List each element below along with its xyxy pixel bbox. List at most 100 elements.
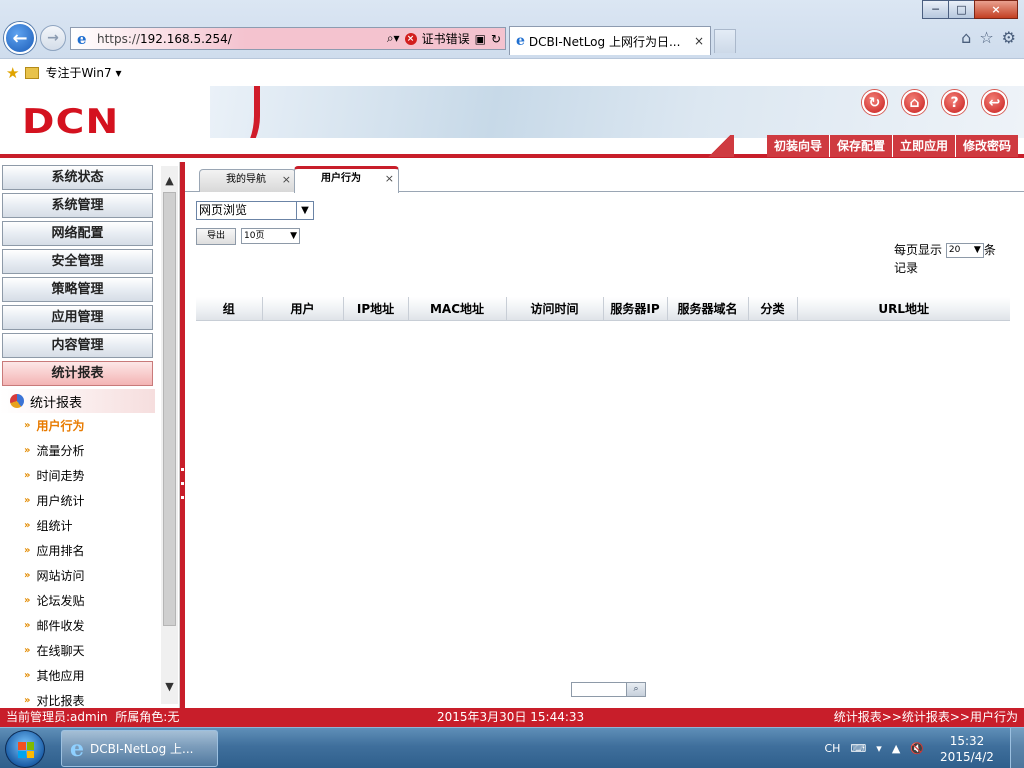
col-server-domain[interactable]: 服务器域名 xyxy=(666,297,748,321)
submenu-header-label: 统计报表 xyxy=(30,395,83,411)
keyboard-icon[interactable]: ⌨ xyxy=(850,742,866,755)
menu-system-management[interactable]: 系统管理 xyxy=(2,193,153,218)
tab-user-behavior[interactable]: 用户行为 × xyxy=(294,166,399,193)
double-arrow-icon: » xyxy=(24,420,31,431)
menu-policy-management[interactable]: 策略管理 xyxy=(2,277,153,302)
export-pages-select[interactable]: 10页 ▼ xyxy=(241,228,300,244)
double-arrow-icon: » xyxy=(24,645,31,656)
page-jump-input[interactable] xyxy=(571,682,627,697)
pie-chart-icon xyxy=(10,394,24,408)
cert-error-label[interactable]: 证书错误 xyxy=(422,30,470,47)
sidebar-scrollbar[interactable]: ▲ ▼ xyxy=(161,166,178,704)
menu-system-status[interactable]: 系统状态 xyxy=(2,165,153,190)
refresh-icon[interactable]: ↻ xyxy=(491,32,501,46)
address-bar[interactable]: e https://192.168.5.254/ ⌕▾ × 证书错误 ▣ ↻ xyxy=(70,27,506,50)
cert-error-icon[interactable]: × xyxy=(404,32,417,45)
search-icon[interactable]: ⌕▾ xyxy=(387,31,400,46)
menu-statistics-report[interactable]: 统计报表 xyxy=(2,361,153,386)
per-page-select[interactable]: 20 ▼ xyxy=(945,243,984,258)
close-tab-icon[interactable]: × xyxy=(385,169,394,189)
submenu-mail[interactable]: » 邮件收发 xyxy=(24,617,84,634)
favorites-add-icon[interactable]: ★ xyxy=(6,64,19,82)
favorites-item[interactable]: 专注于Win7 ▾ xyxy=(45,64,121,81)
scrollbar-thumb[interactable] xyxy=(163,192,176,626)
change-password-link[interactable]: 修改密码 xyxy=(954,135,1018,157)
submenu-header[interactable]: 统计报表 xyxy=(0,389,155,413)
submenu-web-access[interactable]: » 网站访问 xyxy=(24,567,84,584)
favorites-bar: ★ 专注于Win7 ▾ xyxy=(0,58,1024,86)
submenu-other-apps[interactable]: » 其他应用 xyxy=(24,667,84,684)
per-page-suffix: 条 xyxy=(983,243,996,257)
double-arrow-icon: » xyxy=(24,495,31,506)
help-icon[interactable]: ? xyxy=(942,90,967,115)
main-content: 我的导航 × 用户行为 × 网页浏览 ▼ 导出 10页 ▼ 每页显示 20 ▼ … xyxy=(185,162,1024,708)
submenu-compare-report[interactable]: » 对比报表 xyxy=(24,692,84,708)
export-button[interactable]: 导出 xyxy=(196,228,236,245)
menu-network-config[interactable]: 网络配置 xyxy=(2,221,153,246)
double-arrow-icon: » xyxy=(24,695,31,706)
back-button[interactable]: ← xyxy=(4,22,36,54)
language-indicator[interactable]: CH xyxy=(824,742,840,755)
menu-application-management[interactable]: 应用管理 xyxy=(2,305,153,330)
taskbar-item-browser[interactable]: e DCBI-NetLog 上... xyxy=(61,730,218,767)
clock[interactable]: 15:32 2015/4/2 xyxy=(934,733,1000,765)
submenu-online-chat[interactable]: » 在线聊天 xyxy=(24,642,84,659)
gear-icon[interactable]: ⚙ xyxy=(1002,28,1016,47)
col-mac[interactable]: MAC地址 xyxy=(407,297,506,321)
col-group[interactable]: 组 xyxy=(196,297,262,321)
app-header: DCN ↻ ⌂ ? ↩ 初装向导 保存配置 立即应用 修改密码 xyxy=(0,86,1024,158)
close-tab-icon[interactable]: × xyxy=(282,170,291,190)
refresh-icon[interactable]: ↻ xyxy=(862,90,887,115)
page-jump: ⌕ xyxy=(571,682,646,697)
show-desktop-button[interactable] xyxy=(1010,728,1024,768)
close-window-button[interactable]: × xyxy=(974,0,1018,19)
tab-my-navigation[interactable]: 我的导航 × xyxy=(199,169,296,192)
windows-logo-icon xyxy=(18,742,34,758)
compat-view-icon[interactable]: ▣ xyxy=(475,32,486,46)
browser-chrome: ─ □ × ← → e https://192.168.5.254/ ⌕▾ × … xyxy=(0,0,1024,86)
browser-tab[interactable]: e DCBI-NetLog 上网行为日... × xyxy=(509,26,711,55)
scroll-up-icon[interactable]: ▲ xyxy=(163,174,176,188)
header-links: 初装向导 保存配置 立即应用 修改密码 xyxy=(766,135,1018,157)
submenu-group-stats[interactable]: » 组统计 xyxy=(24,517,72,534)
menu-content-management[interactable]: 内容管理 xyxy=(2,333,153,358)
col-access-time[interactable]: 访问时间 xyxy=(505,297,603,321)
menu-security-management[interactable]: 安全管理 xyxy=(2,249,153,274)
close-tab-icon[interactable]: × xyxy=(694,34,704,48)
back-arrow-icon: ← xyxy=(12,27,28,49)
minimize-button[interactable]: ─ xyxy=(922,0,949,19)
col-user[interactable]: 用户 xyxy=(261,297,343,321)
apply-now-link[interactable]: 立即应用 xyxy=(891,135,955,157)
submenu-forum-posts[interactable]: » 论坛发贴 xyxy=(24,592,84,609)
speaker-muted-icon[interactable]: 🔇 xyxy=(910,742,924,755)
home-icon[interactable]: ⌂ xyxy=(961,28,971,47)
col-url[interactable]: URL地址 xyxy=(796,297,1010,321)
behavior-type-select[interactable]: 网页浏览 ▼ xyxy=(196,201,314,220)
submenu-user-stats[interactable]: » 用户统计 xyxy=(24,492,84,509)
maximize-button[interactable]: □ xyxy=(948,0,975,19)
tray-expand-icon[interactable]: ▲ xyxy=(892,742,900,755)
submenu-time-trend[interactable]: » 时间走势 xyxy=(24,467,84,484)
dcn-logo: DCN xyxy=(22,102,120,142)
forward-button[interactable]: → xyxy=(40,25,66,51)
col-ip[interactable]: IP地址 xyxy=(342,297,408,321)
input-method-icon[interactable]: ▾ xyxy=(876,742,882,755)
logout-icon[interactable]: ↩ xyxy=(982,90,1007,115)
scroll-down-icon[interactable]: ▼ xyxy=(163,680,176,694)
submenu-app-ranking[interactable]: » 应用排名 xyxy=(24,542,84,559)
chevron-down-icon: ▼ xyxy=(290,231,297,241)
favorites-star-icon[interactable]: ☆ xyxy=(979,28,993,47)
address-url[interactable]: https://192.168.5.254/ xyxy=(97,32,232,46)
new-tab-button[interactable] xyxy=(714,29,736,53)
save-config-link[interactable]: 保存配置 xyxy=(828,135,892,157)
submenu-user-behavior[interactable]: » 用户行为 xyxy=(24,417,84,434)
splitter-grip xyxy=(181,468,184,471)
submenu-traffic-analysis[interactable]: » 流量分析 xyxy=(24,442,84,459)
setup-wizard-link[interactable]: 初装向导 xyxy=(767,135,829,157)
start-button[interactable] xyxy=(5,730,45,768)
home-icon[interactable]: ⌂ xyxy=(902,90,927,115)
search-icon[interactable]: ⌕ xyxy=(627,682,646,697)
col-server-ip[interactable]: 服务器IP xyxy=(602,297,667,321)
double-arrow-icon: » xyxy=(24,545,31,556)
col-category[interactable]: 分类 xyxy=(747,297,797,321)
